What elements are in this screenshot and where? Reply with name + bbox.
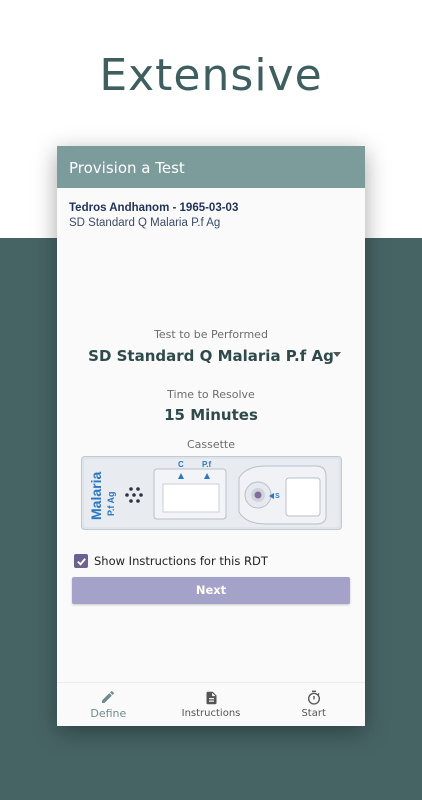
pencil-icon	[102, 690, 115, 703]
nav-start[interactable]: Start	[262, 683, 365, 726]
app-bar: Provision a Test	[57, 146, 365, 188]
checkmark-icon	[76, 557, 86, 566]
cassette-label: Cassette	[186, 438, 236, 451]
marker-c: C	[178, 460, 184, 469]
show-instructions-row[interactable]: Show Instructions for this RDT	[74, 554, 268, 568]
nav-start-label: Start	[301, 708, 326, 719]
nav-instructions[interactable]: Instructions	[160, 683, 263, 726]
document-icon	[206, 691, 216, 705]
cassette-brand-text: Malaria	[88, 472, 104, 520]
test-label: Test to be Performed	[154, 328, 268, 341]
show-instructions-checkbox[interactable]	[74, 554, 88, 568]
phone-screen: Provision a Test Tedros Andhanom - 1965-…	[57, 146, 365, 726]
time-value: 15 Minutes	[164, 406, 258, 424]
bottom-nav: Define Instructions Start	[57, 682, 365, 726]
time-label: Time to Resolve	[167, 388, 255, 401]
stopwatch-icon	[307, 690, 320, 705]
show-instructions-label: Show Instructions for this RDT	[94, 554, 268, 568]
cassette-image: Malaria P.f Ag C P.f S	[81, 456, 342, 530]
nav-define-label: Define	[90, 707, 127, 720]
nav-instructions-label: Instructions	[181, 708, 241, 719]
patient-test-name: SD Standard Q Malaria P.f Ag	[69, 217, 221, 229]
cassette-brand-subtext: P.f Ag	[106, 491, 116, 516]
test-select[interactable]: SD Standard Q Malaria P.f Ag	[57, 347, 365, 365]
patient-name: Tedros Andhanom - 1965-03-03	[69, 202, 239, 214]
dropdown-arrow-icon[interactable]	[333, 352, 341, 357]
nav-define[interactable]: Define	[57, 683, 160, 726]
next-button[interactable]: Next	[72, 577, 350, 604]
marker-pf: P.f	[202, 460, 212, 469]
app-bar-title: Provision a Test	[69, 159, 185, 177]
patient-info: Tedros Andhanom - 1965-03-03 SD Standard…	[57, 188, 365, 229]
marker-s: S	[275, 493, 280, 500]
headline: Extensive	[99, 50, 323, 101]
